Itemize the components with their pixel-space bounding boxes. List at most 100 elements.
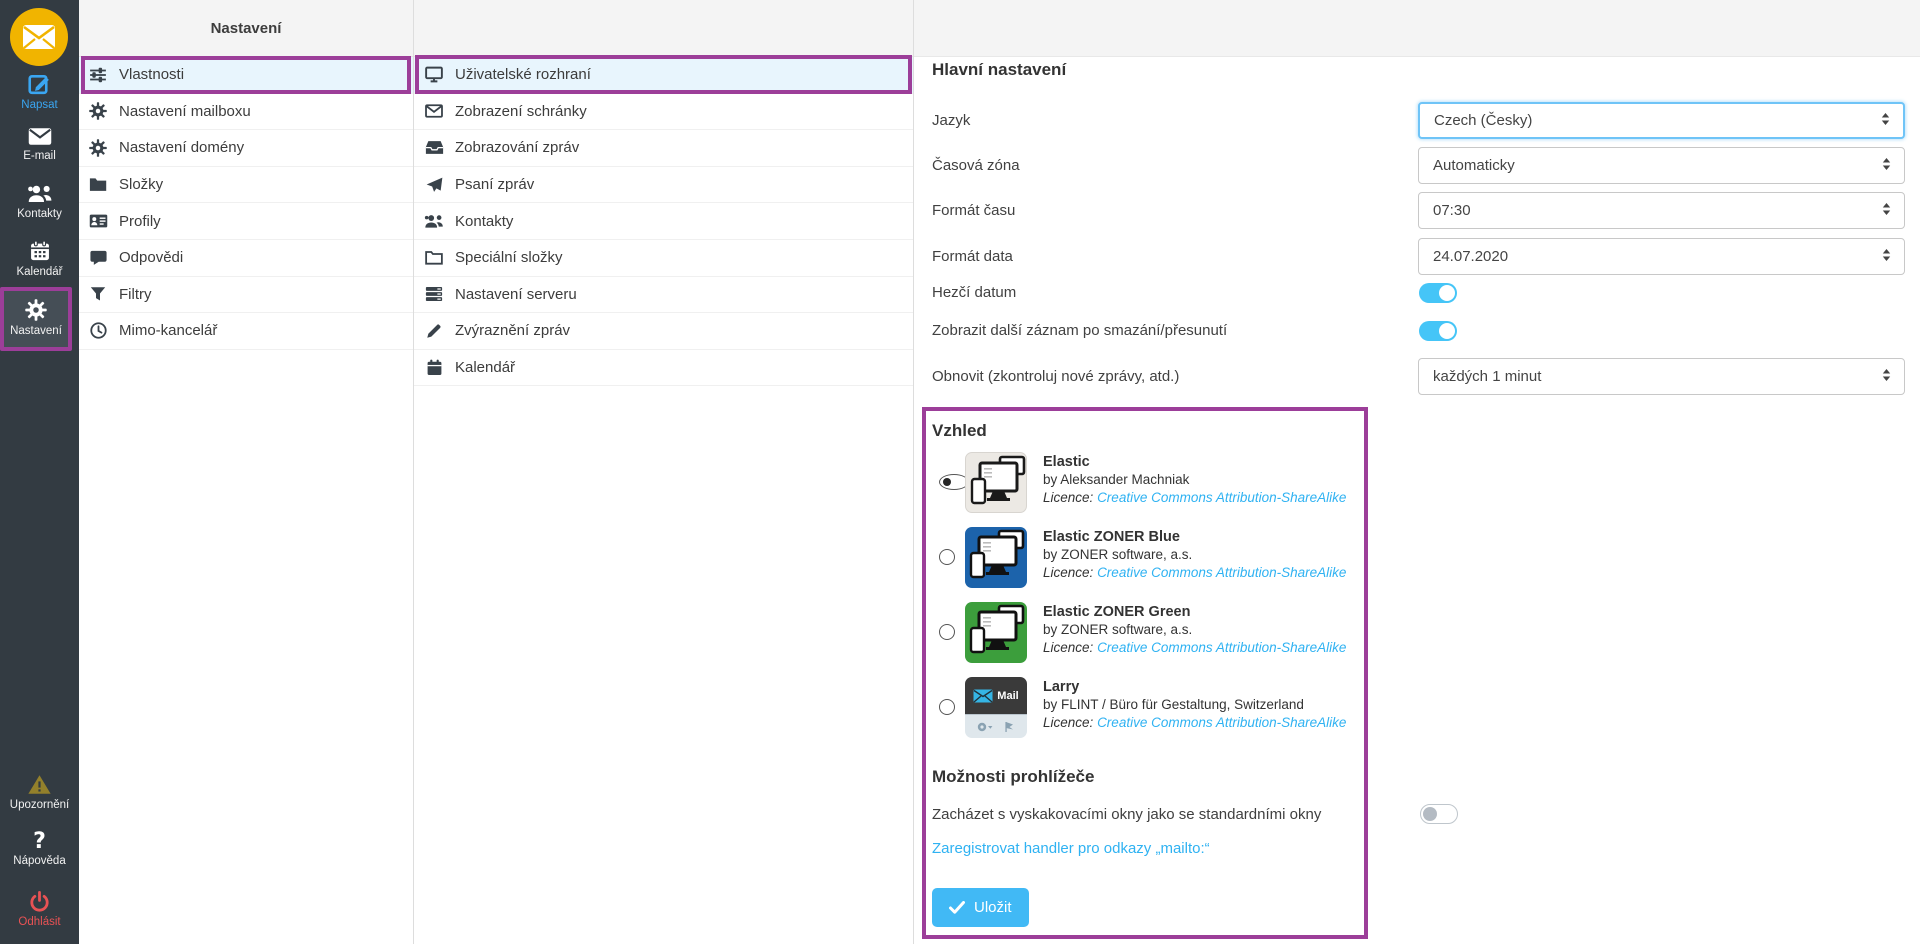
larry-gear-icon: [976, 721, 994, 733]
theme-radio-zoner-green[interactable]: [939, 624, 955, 640]
section-nav-item-highlighting[interactable]: Zvýraznění zpráv: [414, 313, 913, 350]
time-format-value: 07:30: [1433, 202, 1471, 219]
sidebar-item-settings[interactable]: Nastavení: [0, 287, 72, 351]
mailto-handler-link[interactable]: Zaregistrovat handler pro odkazy „mailto…: [932, 840, 1210, 857]
folder-icon: [88, 177, 108, 192]
app-window: Napsat E-mail Kontakty: [0, 0, 1920, 944]
section-nav-item-server-settings[interactable]: Nastavení serveru: [414, 277, 913, 314]
clock-icon: [88, 322, 108, 339]
licence-link[interactable]: Creative Commons Attribution-ShareAlike: [1097, 715, 1346, 730]
nav-item-label: Uživatelské rozhraní: [455, 66, 591, 83]
sidebar-item-contacts[interactable]: Kontakty: [0, 184, 79, 221]
settings-nav-item-vlastnosti[interactable]: Vlastnosti: [79, 57, 413, 94]
nav-item-label: Nastavení domény: [119, 139, 244, 156]
nav-item-label: Odpovědi: [119, 249, 183, 266]
settings-nav-item-profiles[interactable]: Profily: [79, 203, 413, 240]
save-button[interactable]: Uložit: [932, 888, 1029, 927]
section-nav-panel: Uživatelské rozhraní Zobrazení schránky …: [414, 0, 914, 944]
sidebar-item-logout[interactable]: Odhlásit: [0, 891, 79, 929]
sidebar-item-notifications[interactable]: Upozornění: [0, 774, 79, 812]
settings-content: Hlavní nastavení Jazyk Czech (Česky) Čas…: [914, 0, 1920, 944]
theme-thumbnail-elastic: [965, 452, 1027, 513]
language-label: Jazyk: [932, 102, 970, 139]
settings-nav-item-domain[interactable]: Nastavení domény: [79, 130, 413, 167]
licence-link[interactable]: Creative Commons Attribution-ShareAlike: [1097, 565, 1346, 580]
theme-name: Elastic ZONER Blue: [1043, 528, 1346, 546]
select-arrows-icon: [1881, 247, 1892, 266]
section-nav-header: [414, 0, 913, 57]
taskbar: Napsat E-mail Kontakty: [0, 0, 79, 944]
sidebar-item-email[interactable]: E-mail: [0, 127, 79, 163]
popup-windows-toggle[interactable]: [1420, 804, 1458, 824]
date-format-select[interactable]: 24.07.2020: [1418, 238, 1905, 275]
date-format-value: 24.07.2020: [1433, 248, 1508, 265]
mail-icon: [28, 127, 52, 146]
licence-link[interactable]: Creative Commons Attribution-ShareAlike: [1097, 640, 1346, 655]
nav-item-label: Složky: [119, 176, 163, 193]
popup-windows-label: Zacházet s vyskakovacími okny jako se st…: [932, 806, 1321, 823]
theme-thumbnail-zoner-blue: [965, 527, 1027, 588]
inbox-icon: [424, 140, 444, 155]
section-nav-item-mailbox-view[interactable]: Zobrazení schránky: [414, 94, 913, 131]
id-card-icon: [88, 214, 108, 228]
theme-name: Larry: [1043, 678, 1346, 696]
show-next-toggle[interactable]: [1419, 321, 1457, 341]
theme-radio-larry[interactable]: [939, 699, 955, 715]
licence-label: Licence:: [1043, 715, 1093, 730]
refresh-label: Obnovit (zkontroluj nové zprávy, atd.): [932, 358, 1179, 395]
check-icon: [949, 901, 965, 914]
settings-nav-item-filters[interactable]: Filtry: [79, 277, 413, 314]
pretty-date-toggle[interactable]: [1419, 283, 1457, 303]
folder-outline-icon: [424, 250, 444, 265]
licence-label: Licence:: [1043, 565, 1093, 580]
content-header-strip: [914, 0, 1920, 57]
licence-link[interactable]: Creative Commons Attribution-ShareAlike: [1097, 490, 1346, 505]
theme-option-larry: Mail Larry: [926, 677, 1364, 738]
nav-item-label: Kontakty: [455, 213, 513, 230]
section-nav-item-message-display[interactable]: Zobrazování zpráv: [414, 130, 913, 167]
settings-nav-item-responses[interactable]: Odpovědi: [79, 240, 413, 277]
paper-plane-icon: [424, 177, 444, 193]
section-nav-item-composing[interactable]: Psaní zpráv: [414, 167, 913, 204]
section-nav-item-contacts[interactable]: Kontakty: [414, 203, 913, 240]
settings-nav-item-mailbox[interactable]: Nastavení mailboxu: [79, 94, 413, 131]
theme-author: by Aleksander Machniak: [1043, 471, 1346, 489]
time-format-select[interactable]: 07:30: [1418, 192, 1905, 229]
nav-item-label: Mimo-kancelář: [119, 322, 217, 339]
appearance-section-annotation: Vzhled Elastic: [922, 407, 1368, 939]
server-icon: [424, 286, 444, 302]
sidebar-item-label: Nápověda: [13, 856, 65, 868]
theme-name: Elastic ZONER Green: [1043, 603, 1346, 621]
timezone-select[interactable]: Automaticky: [1418, 147, 1905, 184]
section-nav-item-calendar[interactable]: Kalendář: [414, 350, 913, 387]
sidebar-item-label: Upozornění: [10, 800, 69, 812]
theme-thumbnail-zoner-green: [965, 602, 1027, 663]
speech-bubble-icon: [88, 250, 108, 266]
sidebar-item-compose[interactable]: Napsat: [0, 72, 79, 112]
section-nav-item-special-folders[interactable]: Speciální složky: [414, 240, 913, 277]
theme-radio-zoner-blue[interactable]: [939, 549, 955, 565]
sidebar-item-label: Kontakty: [17, 209, 62, 221]
app-logo[interactable]: [10, 8, 68, 66]
settings-nav-panel: Nastavení Vlastnosti: [79, 0, 414, 944]
timezone-label: Časová zóna: [932, 147, 1020, 184]
sidebar-item-help[interactable]: ? Nápověda: [0, 833, 79, 868]
monitor-icon: [424, 66, 444, 83]
settings-nav-item-folders[interactable]: Složky: [79, 167, 413, 204]
language-select[interactable]: Czech (Česky): [1418, 102, 1905, 139]
settings-nav-item-out-of-office[interactable]: Mimo-kancelář: [79, 313, 413, 350]
nav-item-label: Kalendář: [455, 359, 515, 376]
settings-nav-title: Nastavení: [79, 0, 413, 57]
nav-item-label: Psaní zpráv: [455, 176, 534, 193]
language-value: Czech (Česky): [1434, 112, 1532, 129]
section-nav-item-ui[interactable]: Uživatelské rozhraní: [414, 57, 913, 94]
date-format-label: Formát data: [932, 238, 1013, 275]
nav-item-label: Filtry: [119, 286, 152, 303]
refresh-select[interactable]: každých 1 minut: [1418, 358, 1905, 395]
select-arrows-icon: [1881, 367, 1892, 386]
question-icon: ?: [33, 833, 46, 851]
sidebar-item-calendar[interactable]: Kalendář: [0, 240, 79, 279]
timezone-value: Automaticky: [1433, 157, 1515, 174]
compose-icon: [28, 72, 51, 95]
pretty-date-label: Hezčí datum: [932, 274, 1016, 311]
